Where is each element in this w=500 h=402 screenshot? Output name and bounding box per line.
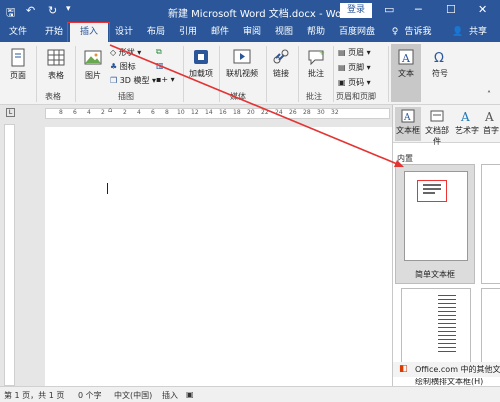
annotation-arrow: [109, 44, 404, 167]
